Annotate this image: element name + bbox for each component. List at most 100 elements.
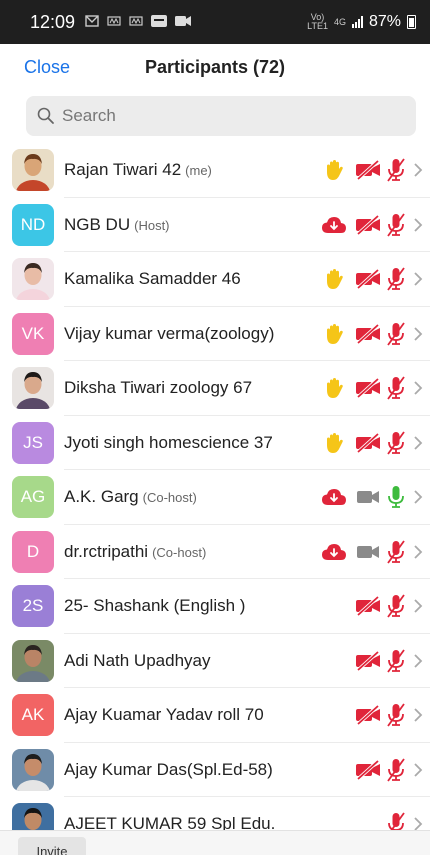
video-off-icon	[354, 702, 382, 728]
mic-muted-icon	[382, 648, 410, 674]
mic-muted-icon	[382, 539, 410, 565]
participant-name: Rajan Tiwari 42 (me)	[64, 160, 212, 180]
participant-name-text: Adi Nath Upadhyay	[64, 650, 211, 670]
participant-role: (me)	[185, 163, 212, 179]
participant-row[interactable]: 2S 25- Shashank (English )	[0, 579, 430, 634]
participant-status-icons	[320, 539, 426, 565]
participant-status-icons	[320, 212, 426, 238]
mic-muted-icon	[382, 266, 410, 292]
cloud-recording-icon	[320, 484, 348, 510]
participant-row[interactable]: Adi Nath Upadhyay	[0, 634, 430, 689]
participant-name-text: A.K. Garg	[64, 487, 139, 507]
participant-name-text: Jyoti singh homescience 37	[64, 432, 273, 452]
avatar	[12, 367, 54, 410]
participant-row[interactable]: Diksha Tiwari zoology 67	[0, 361, 430, 416]
participant-status-icons	[354, 593, 426, 619]
network-gen: 4G	[333, 16, 346, 27]
participant-row[interactable]: Ajay Kumar Das(Spl.Ed-58)	[0, 743, 430, 798]
video-off-icon	[354, 375, 382, 401]
participant-name-text: Vijay kumar verma(zoology)	[64, 323, 275, 343]
video-camera-icon	[175, 15, 192, 30]
participant-name: Kamalika Samadder 46	[64, 269, 241, 289]
raised-hand-icon	[320, 430, 348, 456]
participant-role: (Co-host)	[142, 490, 197, 506]
participant-name: Vijay kumar verma(zoology)	[64, 324, 274, 344]
mic-muted-icon	[382, 430, 410, 456]
mic-on-icon	[382, 484, 410, 510]
signal-icon	[351, 16, 363, 28]
avatar: AG	[12, 476, 54, 519]
participant-name: NGB DU (Host)	[64, 215, 170, 235]
video-off-icon	[354, 157, 382, 183]
raised-hand-icon	[320, 157, 348, 183]
avatar	[12, 149, 54, 192]
participant-name: Ajay Kuamar Yadav roll 70	[64, 705, 264, 725]
video-off-icon	[354, 757, 382, 783]
participant-name-text: NGB DU	[64, 214, 131, 234]
chevron-right-icon	[410, 157, 426, 183]
participant-list: Rajan Tiwari 42 (me) ND NGB DU (Host) Kamalik…	[0, 143, 430, 852]
search-bar[interactable]	[26, 96, 416, 136]
video-camera-icon	[354, 539, 382, 565]
chevron-right-icon	[410, 484, 426, 510]
participant-row[interactable]: VK Vijay kumar verma(zoology)	[0, 307, 430, 362]
network-indicator: Vo) LTE1	[307, 12, 328, 31]
raised-hand-icon	[320, 266, 348, 292]
participant-name-text: Kamalika Samadder 46	[64, 269, 241, 289]
participant-status-icons	[320, 157, 426, 183]
mic-muted-icon	[382, 593, 410, 619]
chevron-right-icon	[410, 212, 426, 238]
participant-row[interactable]: JS Jyoti singh homescience 37	[0, 416, 430, 471]
participant-status-icons	[320, 430, 426, 456]
participant-status-icons	[320, 484, 426, 510]
participant-row[interactable]: AG A.K. Garg (Co-host)	[0, 470, 430, 525]
sim2-icon	[129, 15, 143, 30]
participant-name-text: dr.rctripathi	[64, 541, 149, 561]
participant-row[interactable]: Rajan Tiwari 42 (me)	[0, 143, 430, 198]
mic-muted-icon	[382, 212, 410, 238]
avatar: D	[12, 530, 54, 573]
video-off-icon	[354, 212, 382, 238]
participant-name: Ajay Kumar Das(Spl.Ed-58)	[64, 760, 273, 780]
raised-hand-icon	[320, 321, 348, 347]
mic-muted-icon	[382, 157, 410, 183]
participant-status-icons	[354, 648, 426, 674]
participant-name-text: Rajan Tiwari 42	[64, 160, 182, 180]
mail-icon	[85, 14, 99, 30]
participant-role: (Co-host)	[152, 544, 207, 560]
participant-name: Jyoti singh homescience 37	[64, 433, 273, 453]
chevron-right-icon	[410, 266, 426, 292]
battery-icon	[407, 15, 416, 29]
mic-muted-icon	[382, 702, 410, 728]
status-right: Vo) LTE1 4G 87%	[307, 13, 416, 31]
avatar: VK	[12, 312, 54, 355]
mic-muted-icon	[382, 321, 410, 347]
search-input[interactable]	[62, 106, 402, 126]
bottom-bar: Invite	[0, 830, 430, 855]
video-off-icon	[354, 430, 382, 456]
cloud-recording-icon	[320, 212, 348, 238]
avatar	[12, 258, 54, 301]
avatar	[12, 748, 54, 791]
video-off-icon	[354, 321, 382, 347]
sim-icon	[107, 15, 121, 30]
avatar: AK	[12, 694, 54, 737]
mic-muted-icon	[382, 757, 410, 783]
participant-status-icons	[320, 321, 426, 347]
participant-row[interactable]: Kamalika Samadder 46	[0, 252, 430, 307]
participant-name: Adi Nath Upadhyay	[64, 651, 210, 671]
search-icon	[37, 107, 54, 124]
participant-name: 25- Shashank (English )	[64, 596, 245, 616]
avatar: JS	[12, 421, 54, 464]
invite-button[interactable]: Invite	[18, 837, 86, 855]
participant-row[interactable]: Ddr.rctripathi (Co-host)	[0, 525, 430, 580]
cloud-recording-icon	[320, 539, 348, 565]
participant-name: A.K. Garg (Co-host)	[64, 487, 197, 507]
participant-row[interactable]: AK Ajay Kuamar Yadav roll 70	[0, 688, 430, 743]
close-button[interactable]: Close	[24, 57, 70, 78]
participant-row[interactable]: ND NGB DU (Host)	[0, 198, 430, 253]
chevron-right-icon	[410, 375, 426, 401]
mic-muted-icon	[382, 375, 410, 401]
participant-status-icons	[320, 266, 426, 292]
notification-icons	[85, 14, 192, 30]
